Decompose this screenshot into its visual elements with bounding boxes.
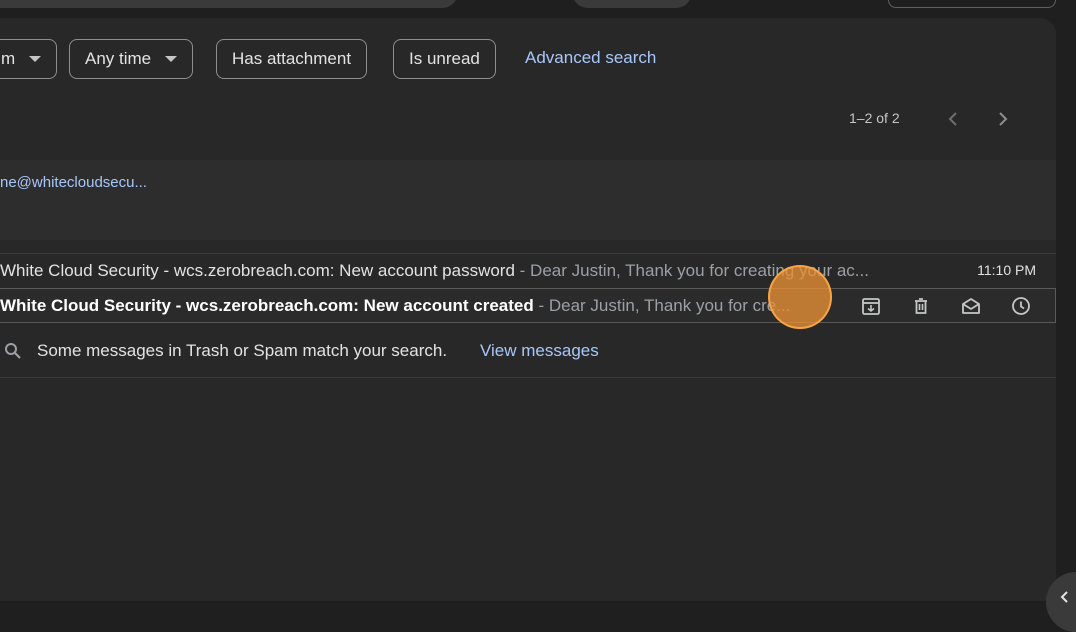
is-unread-chip[interactable]: Is unread bbox=[393, 39, 496, 79]
chevron-left-icon bbox=[948, 112, 957, 126]
message-row[interactable]: White Cloud Security - wcs.zerobreach.co… bbox=[0, 253, 1056, 287]
delete-button[interactable] bbox=[910, 295, 960, 317]
from-filter-label: m bbox=[1, 49, 16, 68]
message-snippet: - Dear Justin, Thank you for cre... bbox=[533, 296, 791, 315]
trash-spam-notice: Some messages in Trash or Spam match you… bbox=[0, 324, 1056, 378]
message-line: White Cloud Security - wcs.zerobreach.co… bbox=[0, 261, 869, 281]
chevron-left-icon bbox=[1060, 591, 1068, 603]
snooze-icon bbox=[1012, 297, 1030, 315]
search-bar[interactable] bbox=[0, 0, 458, 8]
next-page-button[interactable] bbox=[992, 108, 1014, 130]
advanced-search-link[interactable]: Advanced search bbox=[525, 48, 656, 68]
previous-page-button[interactable] bbox=[942, 108, 964, 130]
mark-read-icon bbox=[962, 298, 980, 314]
time-filter-chip[interactable]: Any time bbox=[69, 39, 194, 79]
time-filter-label: Any time bbox=[85, 49, 152, 68]
message-line: White Cloud Security - wcs.zerobreach.co… bbox=[0, 296, 790, 316]
chevron-down-icon bbox=[29, 56, 42, 62]
search-icon bbox=[5, 343, 21, 359]
chevron-right-icon bbox=[999, 112, 1008, 126]
pagination-range: 1–2 of 2 bbox=[849, 110, 900, 126]
click-highlight bbox=[768, 265, 832, 329]
has-attachment-chip[interactable]: Has attachment bbox=[216, 39, 368, 79]
view-messages-link[interactable]: View messages bbox=[480, 341, 599, 361]
top-pill-button[interactable] bbox=[572, 0, 692, 8]
mark-as-read-button[interactable] bbox=[960, 295, 1010, 317]
top-bar bbox=[0, 0, 1076, 18]
message-row-hovered[interactable]: White Cloud Security - wcs.zerobreach.co… bbox=[0, 288, 1056, 323]
has-attachment-label: Has attachment bbox=[232, 49, 352, 68]
is-unread-label: Is unread bbox=[409, 49, 480, 68]
archive-icon bbox=[862, 298, 880, 315]
message-time: 11:10 PM bbox=[977, 262, 1036, 278]
snooze-button[interactable] bbox=[1010, 295, 1060, 317]
sender-email-link[interactable]: ne@whitecloudsecu... bbox=[0, 174, 147, 191]
message-subject: White Cloud Security - wcs.zerobreach.co… bbox=[0, 296, 534, 315]
trash-icon bbox=[915, 298, 927, 314]
notice-text: Some messages in Trash or Spam match you… bbox=[37, 341, 448, 360]
message-subject: White Cloud Security - wcs.zerobreach.co… bbox=[0, 261, 515, 280]
from-filter-chip[interactable]: m bbox=[0, 39, 58, 79]
chevron-down-icon bbox=[165, 56, 178, 62]
top-box-button[interactable] bbox=[888, 0, 1056, 8]
archive-button[interactable] bbox=[860, 295, 910, 317]
results-section-header bbox=[0, 160, 1056, 240]
row-hover-actions bbox=[860, 295, 1060, 317]
